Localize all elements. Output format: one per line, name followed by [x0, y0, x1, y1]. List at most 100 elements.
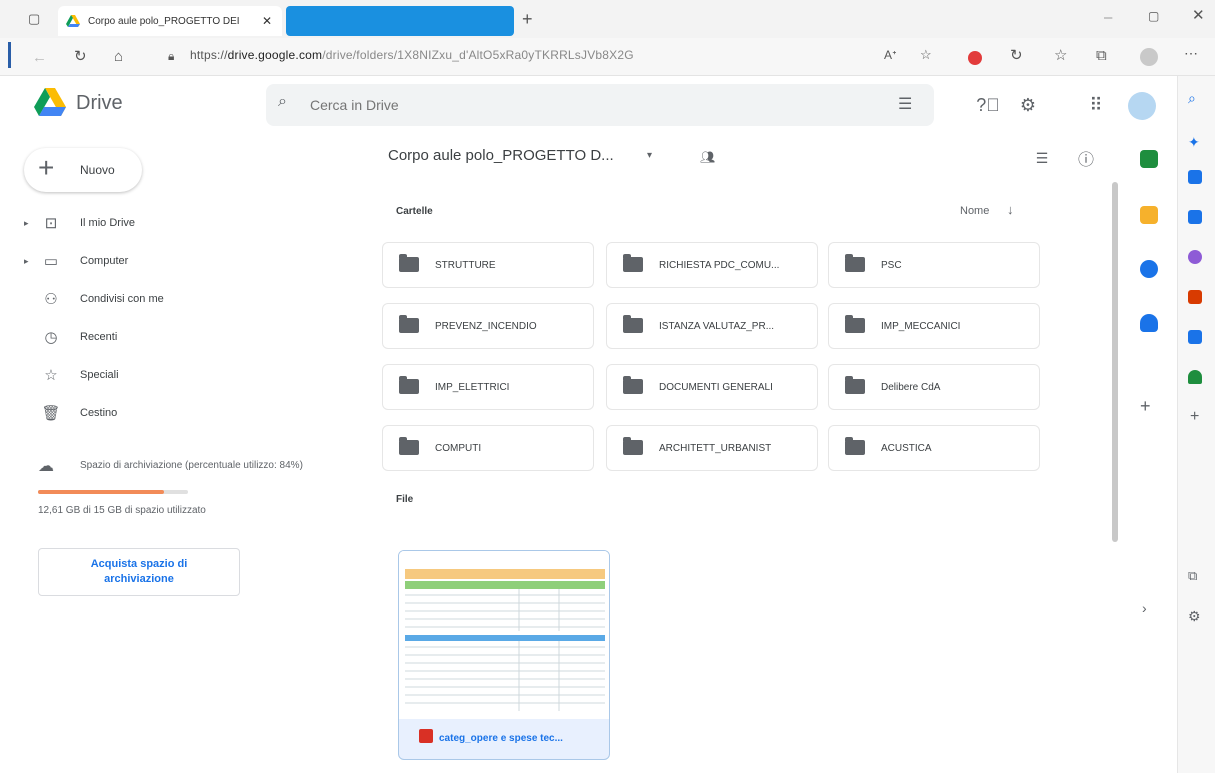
- scrollbar[interactable]: [1112, 182, 1118, 542]
- folder-icon: [399, 315, 419, 333]
- edge-people-icon[interactable]: [1188, 250, 1202, 264]
- folder-item[interactable]: COMPUTI: [382, 425, 594, 471]
- collections-icon[interactable]: ⧉: [1096, 48, 1107, 63]
- search-input[interactable]: [310, 94, 870, 116]
- folder-item[interactable]: IMP_ELETTRICI: [382, 364, 594, 410]
- file-thumbnail: [399, 551, 609, 719]
- favorites-icon[interactable]: ☆: [1054, 48, 1067, 63]
- sidebar-item-trash[interactable]: 🗑︎ Cestino: [20, 398, 350, 428]
- close-window-icon[interactable]: ✕: [1192, 8, 1205, 23]
- edge-layout-icon[interactable]: ⧉: [1188, 568, 1197, 584]
- storage-progress-bar: [38, 490, 188, 494]
- tasks-app-icon[interactable]: [1140, 260, 1158, 278]
- breadcrumb[interactable]: Corpo aule polo_PROGETTO D...: [388, 147, 614, 164]
- url-field[interactable]: https://drive.google.com/drive/folders/1…: [190, 48, 634, 62]
- restore-icon[interactable]: ▢: [1148, 10, 1159, 22]
- more-menu-icon[interactable]: ⋯: [1184, 46, 1198, 60]
- folder-item[interactable]: PREVENZ_INCENDIO: [382, 303, 594, 349]
- search-icon[interactable]: ⌕: [278, 93, 287, 111]
- edge-briefcase-icon[interactable]: [1188, 210, 1202, 224]
- browser-tab-bar: ▢ Corpo aule polo_PROGETTO DEI ✕ + – ▢ ✕: [0, 0, 1215, 38]
- info-icon[interactable]: ⓘ: [1072, 144, 1100, 172]
- shared-people-icon[interactable]: 👥︎: [700, 150, 715, 164]
- sort-arrow-down-icon[interactable]: ↓: [1007, 202, 1014, 217]
- folder-item[interactable]: DOCUMENTI GENERALI: [606, 364, 818, 410]
- sidebar-item-label: Speciali: [80, 369, 119, 381]
- sidebar-item-recent[interactable]: ◷ Recenti: [20, 322, 350, 352]
- sidebar-item-my-drive[interactable]: ▸ ⊡ Il mio Drive: [20, 208, 350, 238]
- sidebar-item-computer[interactable]: ▸ ▭ Computer: [20, 246, 350, 276]
- folder-item[interactable]: Delibere CdA: [828, 364, 1040, 410]
- folder-item[interactable]: ISTANZA VALUTAZ_PR...: [606, 303, 818, 349]
- folder-name: PREVENZ_INCENDIO: [435, 320, 537, 332]
- outlook-icon[interactable]: [1188, 330, 1202, 344]
- contacts-app-icon[interactable]: [1140, 314, 1158, 332]
- file-card[interactable]: categ_opere e spese tec...: [398, 550, 610, 760]
- extension-c-icon[interactable]: ↻: [1010, 48, 1023, 63]
- sidebar-item-starred[interactable]: ☆ Speciali: [20, 360, 350, 390]
- account-avatar[interactable]: [1128, 92, 1156, 120]
- add-app-icon[interactable]: +: [1140, 396, 1151, 417]
- edge-tag-icon[interactable]: [1188, 170, 1202, 184]
- window-edge-marker: [8, 42, 11, 68]
- edge-add-icon[interactable]: +: [1190, 408, 1199, 426]
- drive-favicon-icon: [66, 15, 80, 27]
- profile-avatar-icon[interactable]: [1140, 48, 1158, 66]
- folder-item[interactable]: IMP_MECCANICI: [828, 303, 1040, 349]
- sidebar-item-label: Recenti: [80, 331, 118, 343]
- favorite-add-icon[interactable]: ☆: [920, 48, 932, 61]
- apps-grid-icon[interactable]: ⠿: [1082, 91, 1110, 119]
- buy-storage-button[interactable]: Acquista spazio di archiviazione: [38, 548, 240, 596]
- read-aloud-icon[interactable]: Aᐩ: [884, 49, 897, 61]
- plus-icon: +: [38, 152, 55, 183]
- folder-item[interactable]: STRUTTURE: [382, 242, 594, 288]
- folder-item[interactable]: ARCHITETT_URBANIST: [606, 425, 818, 471]
- cloud-icon: ☁: [38, 458, 54, 475]
- pdf-file-icon: [419, 729, 433, 743]
- back-icon[interactable]: ←: [32, 50, 47, 65]
- tab-actions-icon[interactable]: ▢: [28, 12, 40, 25]
- minimize-icon[interactable]: –: [1104, 10, 1112, 25]
- settings-gear-icon[interactable]: ⚙: [1014, 91, 1042, 119]
- sidebar-item-label: Il mio Drive: [80, 217, 136, 229]
- keep-app-icon[interactable]: [1140, 206, 1158, 224]
- office-icon[interactable]: [1188, 290, 1202, 304]
- storage-progress-fill: [38, 490, 164, 494]
- search-options-icon[interactable]: ☰: [898, 94, 912, 114]
- lock-icon[interactable]: 🔒︎: [168, 50, 174, 62]
- sort-by-name[interactable]: Nome: [960, 205, 989, 217]
- folder-icon: [399, 437, 419, 455]
- edge-search-icon[interactable]: ⌕: [1188, 90, 1196, 107]
- folder-item[interactable]: ACUSTICA: [828, 425, 1040, 471]
- expand-panel-chevron-icon[interactable]: ›: [1142, 600, 1147, 616]
- expand-caret-icon[interactable]: ▸: [24, 218, 29, 229]
- edge-tree-icon[interactable]: [1188, 370, 1202, 384]
- close-tab-icon[interactable]: ✕: [262, 14, 272, 28]
- chevron-down-icon[interactable]: ▾: [647, 150, 652, 161]
- folder-item[interactable]: PSC: [828, 242, 1040, 288]
- sidebar-item-label: Computer: [80, 255, 129, 267]
- sidebar-item-shared[interactable]: ⚇ Condivisi con me: [20, 284, 350, 314]
- new-tab-icon[interactable]: +: [522, 10, 533, 28]
- expand-caret-icon[interactable]: ▸: [24, 256, 29, 267]
- list-view-icon[interactable]: ☰: [1028, 144, 1056, 172]
- url-prefix: https://: [190, 48, 228, 62]
- url-host: drive.google.com: [227, 48, 323, 62]
- calendar-app-icon[interactable]: [1140, 150, 1158, 168]
- edge-sparkle-icon[interactable]: ✦: [1188, 134, 1200, 151]
- folders-heading: Cartelle: [396, 206, 433, 217]
- home-icon[interactable]: ⌂: [114, 49, 123, 64]
- extension-red-icon[interactable]: [968, 51, 982, 65]
- storage-used-text: 12,61 GB di 15 GB di spazio utilizzato: [38, 505, 206, 516]
- help-icon[interactable]: ?⃝: [974, 91, 1002, 119]
- search-bar[interactable]: ⌕ ☰: [266, 84, 934, 126]
- edge-settings-icon[interactable]: ⚙: [1188, 608, 1201, 625]
- browser-tab-active[interactable]: Corpo aule polo_PROGETTO DEI ✕: [58, 6, 282, 36]
- new-button[interactable]: + Nuovo: [24, 148, 142, 192]
- storage-label[interactable]: Spazio di archiviazione (percentuale uti…: [80, 460, 303, 471]
- drive-logo-icon[interactable]: [34, 88, 66, 116]
- reload-icon[interactable]: ↻: [74, 49, 87, 64]
- browser-tab-redacted[interactable]: [286, 6, 514, 36]
- folder-item[interactable]: RICHIESTA PDC_COMU...: [606, 242, 818, 288]
- drive-title[interactable]: Drive: [76, 92, 123, 115]
